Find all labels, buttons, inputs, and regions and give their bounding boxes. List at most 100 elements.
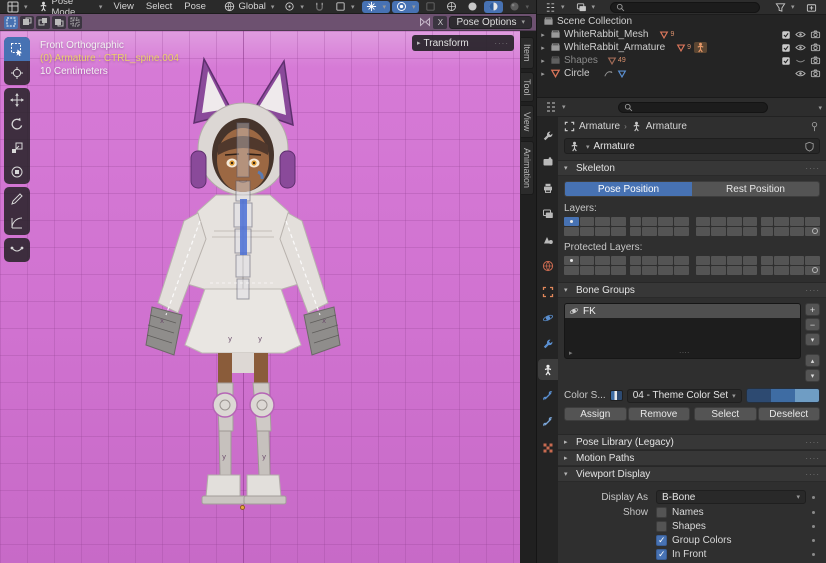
layer-cell[interactable] xyxy=(743,266,758,275)
camera-icon[interactable] xyxy=(810,68,821,79)
expand-arrow[interactable]: ▸ xyxy=(539,44,547,52)
animate-dot[interactable] xyxy=(806,539,820,542)
pin-icon[interactable] xyxy=(809,121,820,132)
layer-cell[interactable] xyxy=(658,227,673,236)
layer-cell[interactable] xyxy=(790,217,805,226)
camera-icon[interactable] xyxy=(810,55,821,66)
bone-group-item-fk[interactable]: FK xyxy=(565,304,800,318)
tool-measure[interactable] xyxy=(4,211,30,235)
layer-cell[interactable] xyxy=(642,256,657,265)
tab-physics[interactable] xyxy=(538,307,558,328)
layer-cell[interactable] xyxy=(727,227,742,236)
layer-cell[interactable] xyxy=(761,227,773,236)
object-origin[interactable] xyxy=(240,505,245,510)
properties-search-input[interactable] xyxy=(618,102,768,113)
animate-dot[interactable] xyxy=(806,496,820,499)
layer-cell[interactable] xyxy=(658,217,673,226)
armature-name-field[interactable]: Armature xyxy=(564,138,820,154)
layer-cell[interactable] xyxy=(805,217,820,226)
select-button[interactable]: Select xyxy=(694,407,757,421)
checkbox-icon[interactable] xyxy=(781,43,791,53)
pivot-point-dropdown[interactable] xyxy=(280,1,308,13)
eye-icon[interactable] xyxy=(795,29,806,40)
layer-cell[interactable] xyxy=(774,227,789,236)
tab-bone[interactable] xyxy=(538,385,558,406)
move-group-up-button[interactable]: ▴ xyxy=(805,354,820,367)
list-expand-arrow[interactable]: ▸ xyxy=(569,349,573,357)
layer-cell[interactable] xyxy=(696,266,711,275)
layer-cell[interactable] xyxy=(711,227,726,236)
layer-cell[interactable] xyxy=(711,266,726,275)
layer-cell[interactable] xyxy=(743,227,758,236)
expand-arrow[interactable]: ▸ xyxy=(539,57,547,65)
layer-cell[interactable] xyxy=(580,227,595,236)
tool-cursor[interactable] xyxy=(4,61,30,85)
layer-cell[interactable] xyxy=(774,266,789,275)
layer-cell[interactable] xyxy=(696,227,711,236)
layer-cell[interactable] xyxy=(564,266,579,275)
menu-view[interactable]: View xyxy=(108,1,138,13)
breadcrumb-data[interactable]: Armature xyxy=(646,121,687,132)
show-gizmo-toggle[interactable] xyxy=(362,1,390,13)
character-whiterabbit[interactable]: x x y y y y xyxy=(0,31,520,563)
shading-wireframe[interactable] xyxy=(442,1,461,13)
names-checkbox[interactable] xyxy=(656,507,667,518)
select-mode-intersect[interactable] xyxy=(68,16,82,29)
add-bone-group-button[interactable]: + xyxy=(805,303,820,316)
sidebar-tab-animation[interactable]: Animation xyxy=(521,141,534,195)
outliner-row-whiterabbit-armature[interactable]: ▸ WhiteRabbit_Armature 9 xyxy=(537,41,826,54)
properties-editor-type-dropdown[interactable] xyxy=(541,101,570,113)
layer-cell[interactable] xyxy=(774,256,789,265)
viewport-3d[interactable]: x x y y y y xyxy=(0,31,520,563)
layer-cell[interactable] xyxy=(790,266,805,275)
tool-move[interactable] xyxy=(4,88,30,112)
layer-cell[interactable] xyxy=(611,266,626,275)
animate-dot[interactable] xyxy=(806,511,820,514)
bone-groups-panel-header[interactable]: ▾ Bone Groups xyxy=(558,282,826,298)
layer-cell[interactable] xyxy=(805,256,820,265)
layer-cell[interactable] xyxy=(696,256,711,265)
tab-scene[interactable] xyxy=(538,229,558,250)
tab-render[interactable] xyxy=(538,151,558,172)
shading-material-preview[interactable] xyxy=(484,1,503,13)
tool-pose-breakdowner[interactable] xyxy=(4,238,30,262)
layer-cell[interactable] xyxy=(658,266,673,275)
layer-cell[interactable] xyxy=(790,256,805,265)
layer-cell[interactable] xyxy=(727,266,742,275)
select-mode-new[interactable] xyxy=(4,16,18,29)
layer-cell[interactable] xyxy=(761,217,773,226)
layer-cell[interactable] xyxy=(642,266,657,275)
menu-pose[interactable]: Pose xyxy=(179,1,211,13)
tab-object-data[interactable] xyxy=(538,359,558,380)
tool-select-box[interactable] xyxy=(4,37,30,61)
xray-toggle[interactable] xyxy=(421,1,440,13)
layer-cell[interactable] xyxy=(580,217,595,226)
bone-group-specials-menu[interactable]: ▾ xyxy=(805,333,820,346)
orientation-dropdown[interactable]: Global xyxy=(220,1,278,13)
layer-cell[interactable] xyxy=(696,217,711,226)
layer-cell[interactable] xyxy=(727,256,742,265)
layer-cell[interactable] xyxy=(761,256,773,265)
layer-cell[interactable] xyxy=(761,266,773,275)
outliner-row-circle[interactable]: ▸ Circle xyxy=(537,67,826,80)
animate-dot[interactable] xyxy=(806,525,820,528)
outliner-display-mode-dropdown[interactable] xyxy=(541,1,569,13)
tool-rotate[interactable] xyxy=(4,112,30,136)
transform-panel-header[interactable]: Transform xyxy=(412,35,514,51)
select-mode-invert[interactable] xyxy=(52,16,66,29)
layer-cell[interactable] xyxy=(630,217,642,226)
layer-cell[interactable] xyxy=(611,227,626,236)
group-colors-checkbox[interactable] xyxy=(656,535,667,546)
skeleton-panel-header[interactable]: ▾ Skeleton xyxy=(558,160,826,176)
move-group-down-button[interactable]: ▾ xyxy=(805,369,820,382)
layer-cell[interactable] xyxy=(595,256,610,265)
layer-cell[interactable] xyxy=(642,217,657,226)
tab-bone-constraints[interactable] xyxy=(538,411,558,432)
layer-cell[interactable] xyxy=(630,227,642,236)
expand-arrow[interactable]: ▸ xyxy=(539,70,547,78)
display-as-dropdown[interactable]: B-Bone xyxy=(656,490,806,504)
assign-button[interactable]: Assign xyxy=(564,407,627,421)
animate-dot[interactable] xyxy=(806,553,820,556)
layer-cell[interactable] xyxy=(743,256,758,265)
color-active-swatch[interactable] xyxy=(795,389,819,402)
